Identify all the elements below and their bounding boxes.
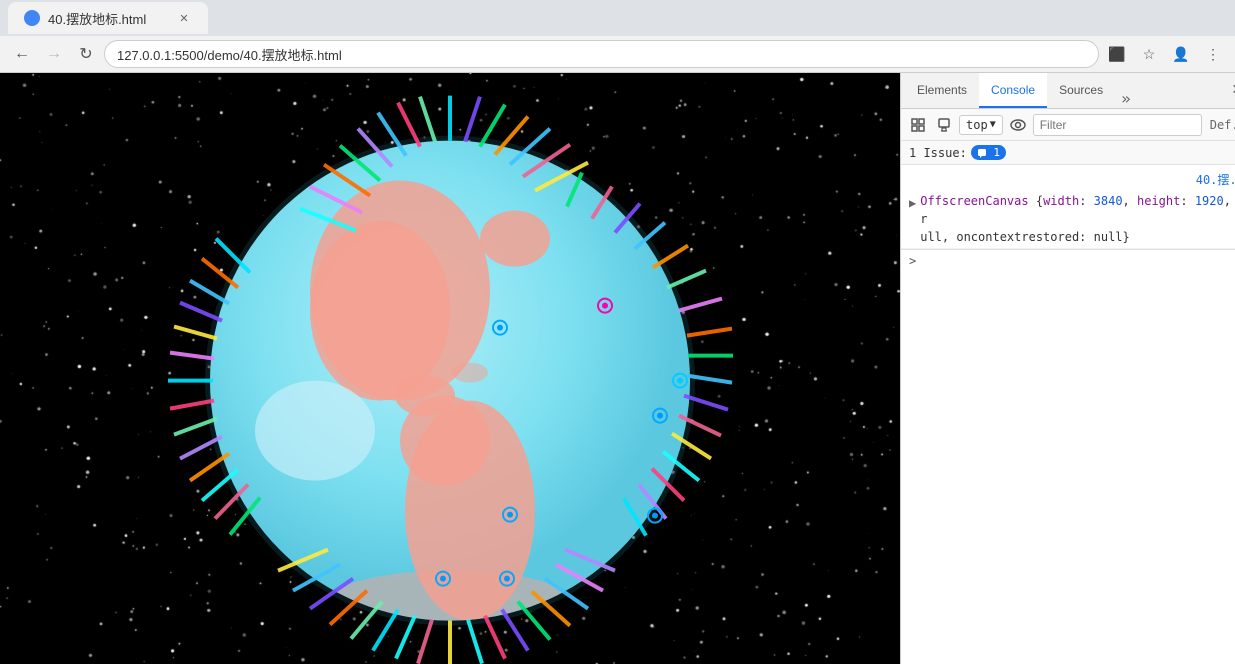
globe-container [160, 90, 740, 664]
console-output: 40.摆... ▶ OffscreenCanvas {width: 3840, … [901, 165, 1235, 664]
devtools-close-button[interactable]: ✕ [1219, 73, 1235, 108]
console-prompt-symbol: > [909, 254, 916, 268]
tab-favicon [24, 10, 40, 26]
tab-close-button[interactable]: ✕ [176, 10, 192, 26]
inspect-button[interactable] [907, 114, 929, 136]
menu-button[interactable]: ⋮ [1199, 40, 1227, 68]
main-area: Elements Console Sources » ✕ top ▼ Def..… [0, 73, 1235, 664]
entry-text2: ull, oncontextrestored: null} [920, 230, 1130, 244]
entry-class: OffscreenCanvas [920, 194, 1028, 208]
inspect-icon [911, 118, 925, 132]
tab-title: 40.摆放地标.html [48, 9, 146, 28]
console-link-text: 40.摆... [1196, 171, 1235, 188]
issues-bar: 1 Issue: 1 [901, 141, 1235, 165]
bookmark-button[interactable]: ☆ [1135, 40, 1163, 68]
issues-label: 1 Issue: [909, 146, 967, 160]
context-selector[interactable]: top ▼ [959, 115, 1003, 135]
eye-icon [1010, 119, 1026, 131]
address-input[interactable] [104, 40, 1099, 68]
tab-elements[interactable]: Elements [905, 73, 979, 108]
device-toggle-button[interactable] [933, 114, 955, 136]
chat-icon [977, 148, 987, 158]
toolbar-icons: ⬛ ☆ 👤 ⋮ [1103, 40, 1227, 68]
console-entry-text: OffscreenCanvas {width: 3840, height: 19… [920, 192, 1235, 246]
forward-button[interactable]: → [40, 40, 68, 68]
devtools-panel: Elements Console Sources » ✕ top ▼ Def..… [900, 73, 1235, 664]
address-bar-row: ← → ↻ ⬛ ☆ 👤 ⋮ [0, 36, 1235, 72]
issues-count: 1 [993, 146, 1000, 159]
extensions-button[interactable]: ⬛ [1103, 40, 1131, 68]
console-filter-input[interactable] [1033, 114, 1202, 136]
device-icon [937, 118, 951, 132]
devtools-tabs: Elements Console Sources » ✕ [901, 73, 1235, 109]
back-button[interactable]: ← [8, 40, 36, 68]
web-content [0, 73, 900, 664]
context-dropdown-icon: ▼ [990, 119, 996, 130]
tab-bar: 40.摆放地标.html ✕ [0, 0, 1235, 36]
globe-svg [160, 90, 740, 664]
profile-button[interactable]: 👤 [1167, 40, 1195, 68]
eye-button[interactable] [1007, 114, 1029, 136]
console-prompt[interactable]: > [901, 249, 1235, 272]
expand-icon[interactable]: ▶ [909, 194, 916, 212]
tab-sources[interactable]: Sources [1047, 73, 1115, 108]
console-source-link[interactable]: 40.摆... [901, 169, 1235, 190]
issues-badge: 1 [971, 145, 1006, 160]
reload-button[interactable]: ↻ [72, 40, 100, 68]
devtools-toolbar: top ▼ Def... [901, 109, 1235, 141]
console-entry-1: ▶ OffscreenCanvas {width: 3840, height: … [901, 190, 1235, 249]
active-tab[interactable]: 40.摆放地标.html ✕ [8, 2, 208, 34]
default-levels-label: Def... [1210, 118, 1235, 132]
context-label: top [966, 118, 988, 132]
tab-console[interactable]: Console [979, 73, 1047, 108]
more-tabs-button[interactable]: » [1115, 89, 1137, 108]
